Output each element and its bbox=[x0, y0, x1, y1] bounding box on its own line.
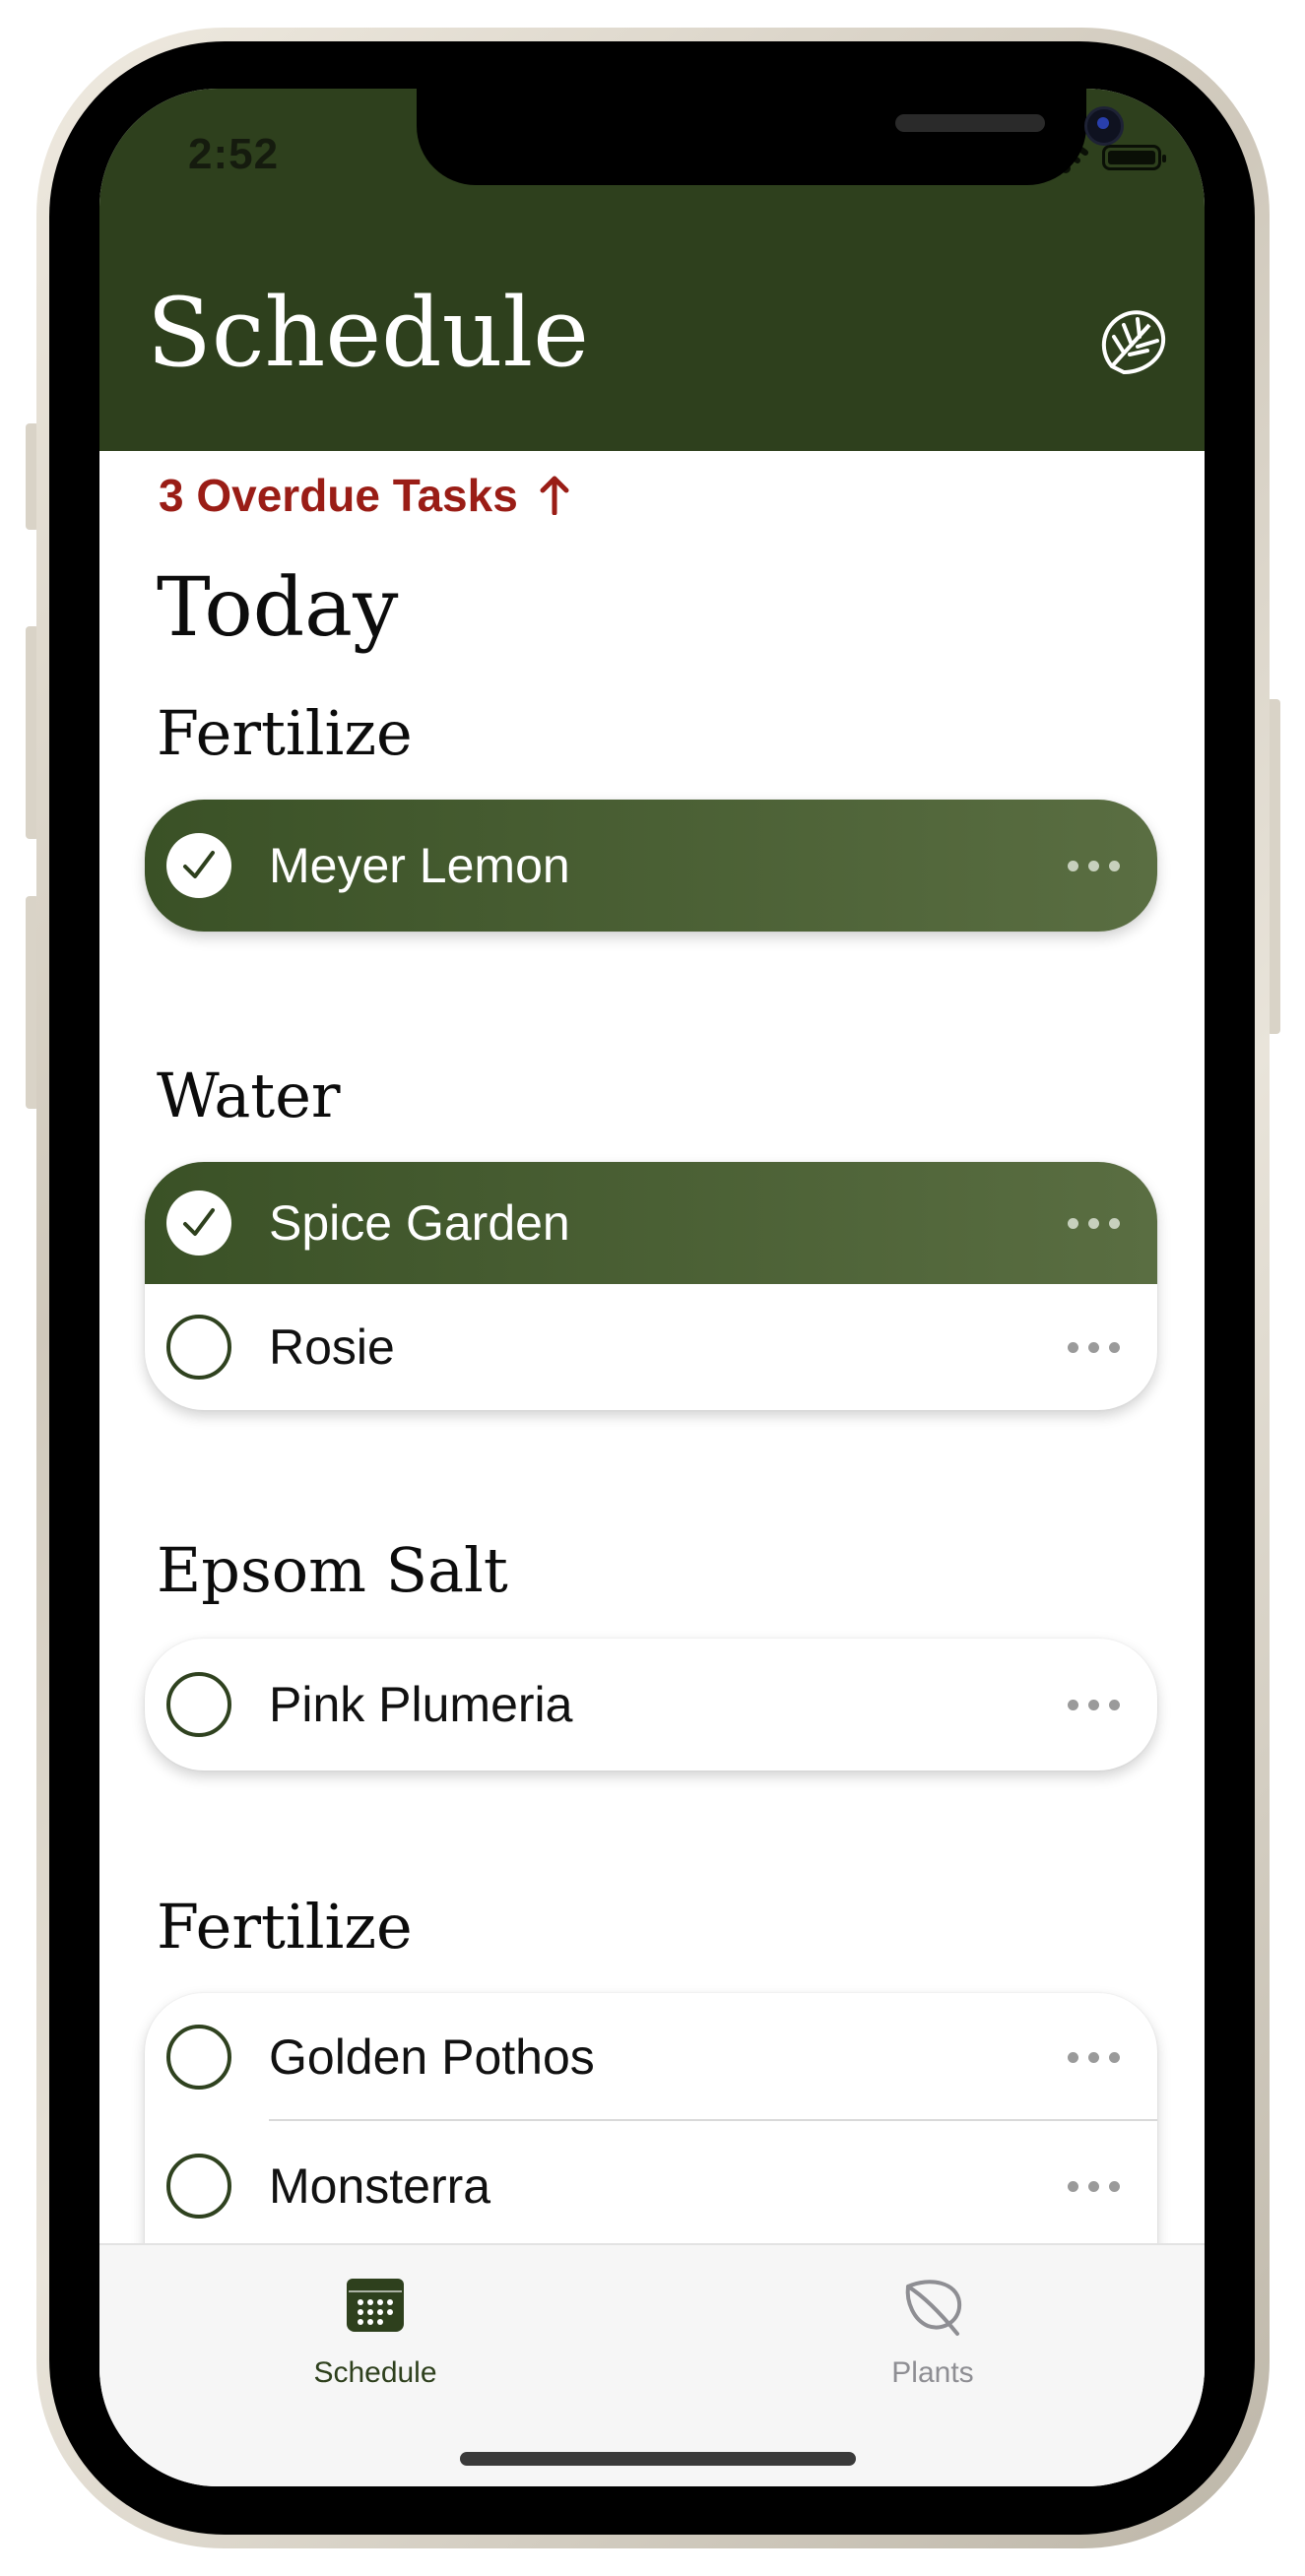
status-time: 2:52 bbox=[188, 130, 280, 178]
checkmark-icon bbox=[183, 851, 215, 878]
task-name: Pink Plumeria bbox=[269, 1677, 573, 1732]
more-options-icon[interactable] bbox=[1068, 1217, 1120, 1229]
tab-schedule[interactable]: Schedule bbox=[267, 2273, 484, 2390]
task-name: Spice Garden bbox=[269, 1195, 570, 1251]
tab-label: Schedule bbox=[313, 2356, 437, 2389]
more-options-icon[interactable] bbox=[1068, 1341, 1120, 1353]
group-title-water: Water bbox=[157, 1060, 341, 1131]
monstera-leaf-icon[interactable] bbox=[1094, 307, 1169, 382]
task-checkbox[interactable] bbox=[166, 1191, 231, 1256]
task-row[interactable]: Golden Pothos bbox=[145, 1993, 1157, 2121]
more-options-icon[interactable] bbox=[1068, 2051, 1120, 2063]
arrow-up-icon bbox=[540, 476, 569, 515]
checkmark-icon bbox=[183, 1208, 215, 1236]
more-options-icon[interactable] bbox=[1068, 1699, 1120, 1710]
task-checkbox[interactable] bbox=[166, 833, 231, 898]
task-card-epsom-salt: Pink Plumeria bbox=[145, 1639, 1157, 1771]
tab-plants[interactable]: Plants bbox=[824, 2273, 1041, 2390]
task-checkbox[interactable] bbox=[166, 2154, 231, 2219]
task-row[interactable]: Monsterra bbox=[145, 2121, 1157, 2251]
task-name: Monsterra bbox=[269, 2158, 491, 2214]
group-title-epsom-salt: Epsom Salt bbox=[157, 1534, 508, 1606]
task-checkbox[interactable] bbox=[166, 1672, 231, 1737]
task-checkbox[interactable] bbox=[166, 2025, 231, 2090]
tab-bar: Schedule Plants bbox=[99, 2243, 1205, 2486]
today-heading: Today bbox=[157, 561, 399, 655]
task-name: Rosie bbox=[269, 1320, 395, 1375]
group-title-fertilize-2: Fertilize bbox=[157, 1891, 413, 1963]
more-options-icon[interactable] bbox=[1068, 2180, 1120, 2192]
tab-label: Plants bbox=[891, 2356, 974, 2389]
task-card-water: Spice Garden Rosie bbox=[145, 1162, 1157, 1410]
task-row[interactable]: Pink Plumeria bbox=[145, 1639, 1157, 1771]
group-title-fertilize: Fertilize bbox=[157, 697, 413, 769]
app-screen: 2:52 Schedule 3 Overdue Tasks Today Fert… bbox=[99, 89, 1205, 2486]
task-row[interactable]: Spice Garden bbox=[145, 1162, 1157, 1284]
task-checkbox[interactable] bbox=[166, 1315, 231, 1380]
page-title: Schedule bbox=[147, 278, 589, 388]
task-row[interactable]: Meyer Lemon bbox=[145, 800, 1157, 932]
task-row[interactable]: Rosie bbox=[145, 1284, 1157, 1410]
device-notch bbox=[417, 89, 1124, 185]
task-name: Meyer Lemon bbox=[269, 838, 570, 893]
front-camera bbox=[1084, 106, 1124, 146]
more-options-icon[interactable] bbox=[1068, 860, 1120, 871]
battery-icon bbox=[1102, 145, 1166, 170]
overdue-label: 3 Overdue Tasks bbox=[159, 470, 518, 521]
task-card-fertilize: Meyer Lemon bbox=[145, 800, 1157, 932]
overdue-tasks-link[interactable]: 3 Overdue Tasks bbox=[159, 469, 569, 522]
task-name: Golden Pothos bbox=[269, 2029, 595, 2085]
home-indicator[interactable] bbox=[460, 2452, 856, 2466]
leaf-icon bbox=[905, 2280, 962, 2336]
speaker-grille bbox=[895, 114, 1045, 132]
calendar-icon bbox=[347, 2279, 404, 2332]
